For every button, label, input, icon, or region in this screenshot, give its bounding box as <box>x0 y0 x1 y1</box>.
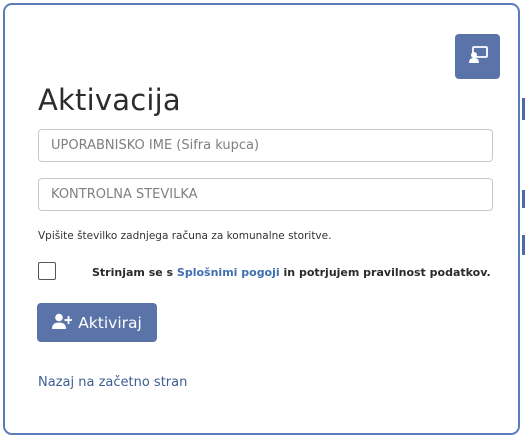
consent-suffix: in potrjujem pravilnost podatkov. <box>283 266 491 279</box>
username-input[interactable] <box>38 129 493 162</box>
consent-checkbox[interactable] <box>38 262 56 280</box>
user-plus-icon <box>52 313 73 333</box>
consent-text: Strinjam se s Splošnimi pogoji in potrju… <box>92 266 491 279</box>
activate-button-label: Aktiviraj <box>78 313 142 332</box>
modal-title: Aktivacija <box>38 83 181 117</box>
control-number-hint: Vpišite številko zadnjega računa za komu… <box>38 230 332 242</box>
page: Aktivacija Vpišite številko zadnjega rač… <box>0 0 525 439</box>
activate-button[interactable]: Aktiviraj <box>37 303 157 342</box>
control-number-input[interactable] <box>38 178 493 211</box>
activation-modal: Aktivacija Vpišite številko zadnjega rač… <box>3 3 520 435</box>
back-to-home-link[interactable]: Nazaj na začetno stran <box>38 375 187 390</box>
terms-link[interactable]: Splošnimi pogoji <box>177 266 280 279</box>
corner-action-button[interactable] <box>455 34 500 79</box>
consent-prefix: Strinjam se s <box>92 266 174 279</box>
user-desk-icon <box>468 45 488 68</box>
